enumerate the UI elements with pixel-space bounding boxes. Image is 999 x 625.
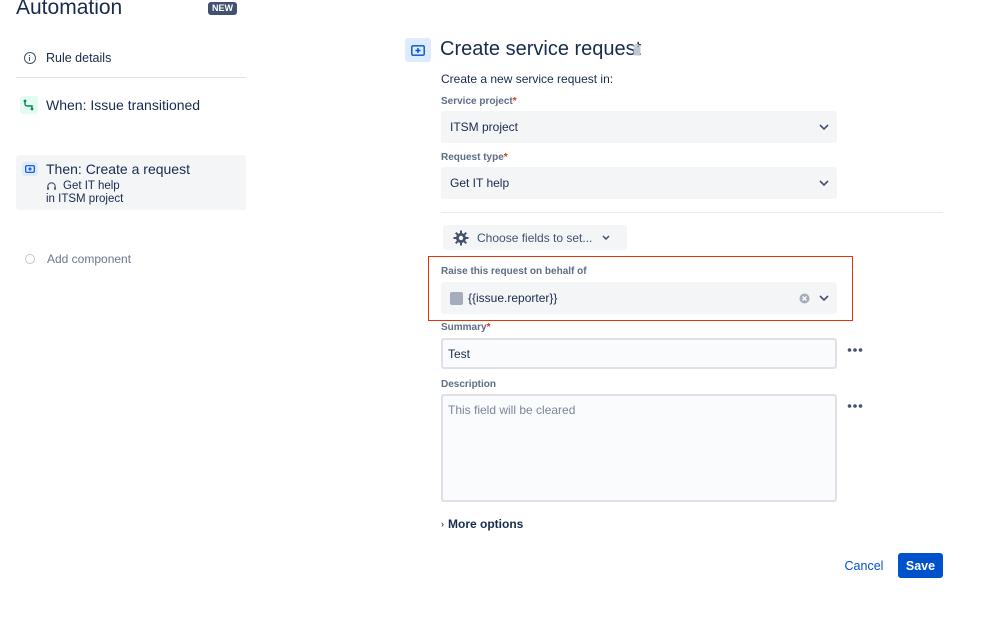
chevron-right-icon: › [441, 519, 444, 529]
service-project-value: ITSM project [450, 120, 519, 134]
request-type-value: Get IT help [450, 176, 510, 190]
choose-fields-button[interactable]: Choose fields to set... [443, 225, 627, 250]
service-project-label: Service project* [441, 96, 517, 107]
more-icon[interactable] [847, 403, 863, 409]
description-label: Description [441, 379, 497, 390]
action-request-type-label: Get IT help [63, 180, 120, 192]
app-title: Automation [16, 0, 123, 19]
save-button[interactable]: Save [898, 553, 943, 578]
required-marker: * [503, 152, 508, 163]
trash-icon[interactable] [632, 44, 642, 56]
action-title: Then: Create a request [46, 161, 190, 177]
clear-icon[interactable] [799, 293, 810, 304]
more-icon[interactable] [847, 347, 863, 353]
request-type-label-text: Request type [441, 152, 504, 163]
on-behalf-select[interactable]: {{issue.reporter}} [441, 282, 837, 314]
required-marker: * [486, 322, 491, 333]
more-options-label: More options [448, 517, 524, 531]
chevron-down-icon [602, 235, 610, 240]
request-type-label: Request type* [441, 152, 508, 163]
on-behalf-label: Raise this request on behalf of [441, 266, 587, 277]
service-project-label-text: Service project [441, 96, 513, 107]
chevron-down-icon [819, 124, 829, 130]
avatar [450, 291, 463, 305]
transition-icon [20, 96, 38, 114]
info-icon [24, 52, 36, 64]
summary-input[interactable]: Test [441, 338, 837, 369]
add-component-item[interactable]: Add component [16, 252, 246, 266]
chevron-down-icon [819, 295, 829, 301]
section-divider [441, 212, 943, 213]
trigger-item[interactable]: When: Issue transitioned [16, 94, 246, 116]
on-behalf-value: {{issue.reporter}} [468, 291, 558, 305]
headset-icon [47, 181, 56, 190]
panel-intro: Create a new service request in: [441, 72, 614, 86]
choose-fields-label: Choose fields to set... [477, 230, 593, 245]
service-project-select[interactable]: ITSM project [441, 111, 837, 143]
summary-label-text: Summary [441, 322, 487, 333]
cancel-button[interactable]: Cancel [838, 553, 890, 578]
rule-details-label: Rule details [46, 51, 112, 65]
add-component-label: Add component [47, 252, 132, 266]
description-textarea[interactable]: This field will be cleared [441, 394, 837, 502]
new-badge: NEW [208, 2, 237, 15]
action-request-type: Get IT help [46, 180, 120, 192]
action-item[interactable]: Then: Create a request Get IT help in IT… [16, 155, 246, 210]
more-options-toggle[interactable]: › More options [441, 517, 523, 531]
action-project: in ITSM project [46, 193, 124, 205]
create-request-icon [22, 162, 38, 176]
panel-title: Create service request [440, 38, 642, 60]
trigger-label: When: Issue transitioned [46, 97, 201, 113]
rule-details-item[interactable]: Rule details [16, 48, 246, 68]
add-component-circle-icon [25, 254, 35, 264]
gear-icon [453, 230, 469, 245]
request-type-select[interactable]: Get IT help [441, 167, 837, 199]
required-marker: * [512, 96, 517, 107]
sidebar-divider [16, 77, 246, 78]
create-request-icon [405, 38, 431, 62]
summary-label: Summary* [441, 322, 490, 333]
chevron-down-icon [819, 180, 829, 186]
